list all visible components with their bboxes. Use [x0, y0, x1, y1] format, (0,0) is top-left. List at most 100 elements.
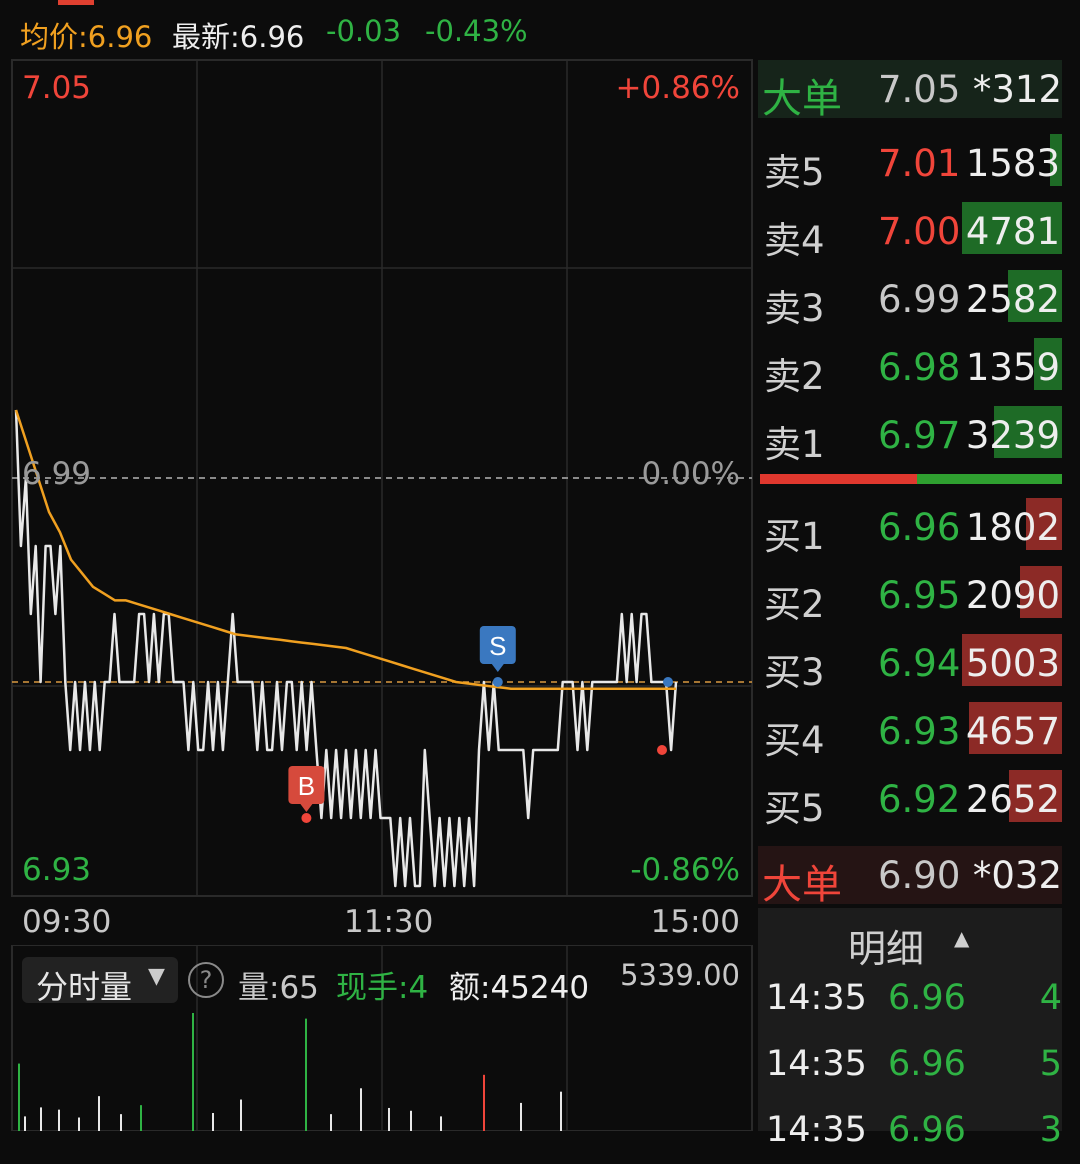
detail-volume: 5: [1039, 1044, 1062, 1084]
tab-indicator: [58, 0, 94, 5]
volume-bar: [24, 1116, 26, 1131]
bid-level-4[interactable]: 买4 6.93 4657: [756, 696, 1080, 764]
bid-level-volume: 2652: [965, 778, 1060, 821]
big-buy-volume: *032: [972, 854, 1062, 897]
volume-bar: [40, 1107, 42, 1131]
bid-ask-ratio-bar: [760, 474, 1062, 484]
sell-marker[interactable]: S: [479, 626, 516, 687]
volume-bar: [140, 1105, 142, 1131]
ask-level-price: 7.01: [878, 142, 961, 185]
detail-title: 明细: [848, 927, 925, 971]
big-sell-order[interactable]: 大单 7.05 *312: [758, 60, 1062, 122]
bid-level-label: 买5: [764, 787, 825, 830]
ask-level-volume: 4781: [965, 210, 1060, 253]
ask-level-3[interactable]: 卖3 6.99 2582: [756, 264, 1080, 332]
bid-level-label: 买1: [764, 515, 825, 558]
avg-price-label: 均价:6.96: [20, 20, 153, 54]
volume-bar: [58, 1109, 60, 1131]
bid-level-price: 6.93: [878, 710, 961, 753]
price-axis-top: 7.05: [22, 70, 92, 106]
big-sell-volume: *312: [972, 68, 1062, 111]
ask-level-price: 7.00: [878, 210, 961, 253]
pct-axis-mid: 0.00%: [641, 456, 740, 492]
bid-level-volume: 4657: [965, 710, 1060, 753]
ask-level-volume: 3239: [965, 414, 1060, 457]
big-sell-label: 大单: [762, 76, 842, 122]
trade-detail-panel[interactable]: 明细 ▲ 14:35 6.96 4 14:35 6.96 5 14:35 6.96 3: [758, 908, 1062, 1150]
pct-axis-bottom: -0.86%: [630, 852, 740, 888]
volume-bar: [98, 1096, 100, 1131]
big-buy-price: 6.90: [878, 854, 961, 897]
ask-level-label: 卖3: [764, 287, 825, 330]
ask-level-label: 卖2: [764, 355, 825, 398]
volume-bar: [520, 1102, 522, 1131]
detail-row: 14:35 6.96 5: [762, 1038, 1066, 1098]
chevron-down-icon: ▼: [148, 964, 165, 989]
bid-level-price: 6.94: [878, 642, 961, 685]
detail-price: 6.96: [888, 1110, 966, 1150]
time-label-midday: 11:30: [344, 904, 434, 940]
ask-level-label: 卖5: [764, 151, 825, 194]
bid-level-1[interactable]: 买1 6.96 1802: [756, 492, 1080, 560]
marker-dot: [492, 677, 503, 687]
bid-level-volume: 1802: [965, 506, 1060, 549]
ask-level-2[interactable]: 卖4 7.00 4781: [756, 196, 1080, 264]
detail-volume: 4: [1039, 978, 1062, 1018]
detail-row: 14:35 6.96 3: [762, 1104, 1066, 1164]
big-buy-label: 大单: [762, 862, 842, 908]
detail-price: 6.96: [888, 1044, 966, 1084]
price-axis-mid: 6.99: [22, 456, 92, 492]
detail-price: 6.96: [888, 978, 966, 1018]
ask-level-volume: 1583: [965, 142, 1060, 185]
volume-panel: 分时量 ▼ ? 量:65 现手:4 额:45240 5339.00: [0, 944, 756, 1132]
volume-bar: [440, 1116, 442, 1131]
volume-qty: 量:65: [238, 970, 319, 1006]
marker-label: S: [489, 631, 506, 661]
chart-series: [14, 409, 678, 888]
quote-header: 均价:6.96 最新:6.96 -0.03 -0.43%: [0, 0, 1080, 58]
marker-label: B: [298, 771, 315, 801]
bid-level-2[interactable]: 买2 6.95 2090: [756, 560, 1080, 628]
bid-level-3[interactable]: 买3 6.94 5003: [756, 628, 1080, 696]
time-label-open: 09:30: [22, 904, 112, 940]
detail-time: 14:35: [766, 978, 867, 1018]
intraday-chart[interactable]: B S 7.05 +0.86% 6.99 0.00% 6.93 -0.86% 09…: [0, 58, 756, 940]
buy-marker[interactable]: B: [288, 766, 325, 823]
marker-pointer: [300, 804, 313, 812]
bid-level-label: 买4: [764, 719, 825, 762]
big-sell-price: 7.05: [878, 68, 961, 111]
ask-level-4[interactable]: 卖2 6.98 1359: [756, 332, 1080, 400]
ask-level-price: 6.97: [878, 414, 961, 457]
detail-row: 14:35 6.96 4: [762, 972, 1066, 1032]
volume-hand: 现手:4: [336, 970, 429, 1006]
volume-amount: 额:45240: [449, 970, 590, 1006]
chevron-up-icon[interactable]: ▲: [954, 926, 969, 950]
sell-ratio-fill: [760, 474, 918, 484]
bid-level-volume: 2090: [965, 574, 1060, 617]
volume-bar: [18, 1063, 20, 1131]
volume-bar: [388, 1107, 390, 1131]
ask-level-price: 6.98: [878, 346, 961, 389]
big-buy-order[interactable]: 大单 6.90 *032: [758, 846, 1062, 908]
volume-bar: [240, 1099, 242, 1131]
volume-bar: [410, 1110, 412, 1131]
ask-level-label: 卖1: [764, 423, 825, 466]
latest-price-label: 最新:6.96: [172, 20, 305, 54]
ask-level-1[interactable]: 卖5 7.01 1583: [756, 128, 1080, 196]
change-percent: -0.43%: [425, 14, 528, 48]
volume-bar: [483, 1074, 485, 1131]
marker-pointer: [491, 664, 504, 672]
pct-axis-top: +0.86%: [615, 70, 740, 106]
bid-level-volume: 5003: [965, 642, 1060, 685]
ask-level-5[interactable]: 卖1 6.97 3239: [756, 400, 1080, 468]
ask-level-price: 6.99: [878, 278, 961, 321]
detail-header[interactable]: 明细 ▲: [758, 908, 1062, 971]
ask-level-volume: 1359: [965, 346, 1060, 389]
bid-level-price: 6.96: [878, 506, 961, 549]
bid-level-label: 买2: [764, 583, 825, 626]
volume-bar: [78, 1117, 80, 1131]
question-circle-icon[interactable]: ?: [188, 962, 224, 998]
volume-type-dropdown[interactable]: 分时量 ▼: [22, 957, 178, 1006]
ask-level-label: 卖4: [764, 219, 825, 262]
bid-level-5[interactable]: 买5 6.92 2652: [756, 764, 1080, 832]
